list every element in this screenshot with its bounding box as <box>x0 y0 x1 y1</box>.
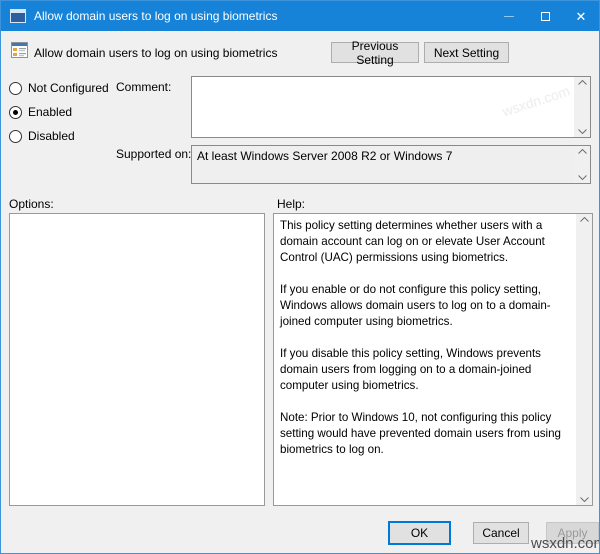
options-label: Options: <box>9 197 54 211</box>
cancel-button[interactable]: Cancel <box>473 522 529 544</box>
window-icon <box>10 9 26 23</box>
policy-setting-name: Allow domain users to log on using biome… <box>34 46 278 60</box>
options-panel <box>9 213 265 506</box>
comment-scrollbar[interactable] <box>574 77 590 137</box>
radio-not-configured[interactable]: Not Configured <box>9 81 109 95</box>
maximize-icon <box>540 11 550 21</box>
supported-on-value: At least Windows Server 2008 R2 or Windo… <box>197 149 453 163</box>
comment-label: Comment: <box>116 80 172 94</box>
radio-disabled-circle[interactable] <box>9 129 22 143</box>
watermark-text: wsxdn.com <box>531 535 600 552</box>
help-paragraph: If you disable this policy setting, Wind… <box>280 347 541 392</box>
radio-enabled-label: Enabled <box>28 105 73 119</box>
supported-on-label: Supported on: <box>116 147 192 161</box>
radio-enabled-circle[interactable] <box>9 105 22 119</box>
radio-disabled-label: Disabled <box>28 129 75 143</box>
scroll-up-icon[interactable] <box>579 217 589 222</box>
help-paragraph: Note: Prior to Windows 10, not configuri… <box>280 411 561 456</box>
policy-setting-icon <box>11 42 28 61</box>
help-label: Help: <box>277 197 306 211</box>
radio-disabled[interactable]: Disabled <box>9 129 75 143</box>
supported-on-box: At least Windows Server 2008 R2 or Windo… <box>191 145 591 184</box>
scroll-down-icon[interactable] <box>579 497 589 502</box>
help-text: This policy setting determines whether u… <box>274 214 576 505</box>
ok-button[interactable]: OK <box>388 521 451 545</box>
minimize-button[interactable] <box>491 1 527 31</box>
previous-setting-button[interactable]: Previous Setting <box>331 39 419 67</box>
radio-enabled[interactable]: Enabled <box>9 105 72 119</box>
maximize-button[interactable] <box>527 1 563 31</box>
policy-setting-dialog: Allow domain users to log on using biome… <box>0 0 600 554</box>
help-paragraph: This policy setting determines whether u… <box>280 219 545 264</box>
help-paragraph: If you enable or do not configure this p… <box>280 283 551 328</box>
title-bar[interactable]: Allow domain users to log on using biome… <box>1 1 599 31</box>
next-setting-button[interactable]: Next Setting <box>424 42 509 63</box>
scroll-down-icon[interactable] <box>577 129 587 134</box>
scroll-up-icon[interactable] <box>577 80 587 85</box>
radio-not-configured-label: Not Configured <box>28 81 109 95</box>
help-scrollbar[interactable] <box>576 214 592 505</box>
minimize-icon <box>504 15 514 17</box>
scroll-down-icon[interactable] <box>577 175 587 180</box>
radio-not-configured-circle[interactable] <box>9 81 22 95</box>
supported-on-scrollbar[interactable] <box>574 146 590 183</box>
close-icon: ✕ <box>575 8 587 24</box>
help-panel: This policy setting determines whether u… <box>273 213 593 506</box>
scroll-up-icon[interactable] <box>577 149 587 154</box>
close-button[interactable]: ✕ <box>563 1 599 31</box>
window-title: Allow domain users to log on using biome… <box>34 9 278 23</box>
